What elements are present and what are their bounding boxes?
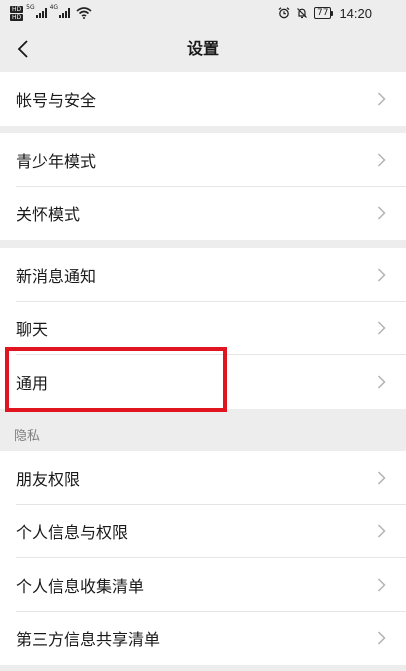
hd-badge-top: HD xyxy=(10,5,24,13)
signal-strength-icon-1 xyxy=(35,8,47,18)
status-bar: HD HD 5G 4G 77 14:20 xyxy=(0,0,406,26)
settings-item-third-party-sharing-list[interactable]: 第三方信息共享清单 xyxy=(0,611,406,665)
settings-item-personal-info-collection-list[interactable]: 个人信息收集清单 xyxy=(0,558,406,612)
settings-item-teen-mode[interactable]: 青少年模式 xyxy=(0,133,406,187)
chevron-right-icon xyxy=(377,92,386,106)
page-title: 设置 xyxy=(186,39,219,58)
hd-badge-bottom: HD xyxy=(10,13,24,21)
settings-item-personal-info-permissions[interactable]: 个人信息与权限 xyxy=(0,504,406,558)
mute-bell-icon xyxy=(297,8,307,19)
settings-item-label: 青少年模式 xyxy=(16,151,97,171)
settings-item-account-security[interactable]: 帐号与安全 xyxy=(0,72,406,126)
network-type-2: 4G xyxy=(49,4,59,11)
nav-bar: 设置 xyxy=(0,26,406,72)
chevron-right-icon xyxy=(377,153,386,167)
chevron-right-icon xyxy=(377,268,386,282)
hd-indicator: HD HD xyxy=(10,5,24,21)
settings-group-account: 帐号与安全 xyxy=(0,72,406,126)
settings-item-label: 朋友权限 xyxy=(16,469,81,489)
settings-item-label: 帐号与安全 xyxy=(16,90,97,110)
clock: 14:20 xyxy=(339,5,372,21)
battery-icon: 77 xyxy=(314,7,334,19)
settings-item-friend-permissions[interactable]: 朋友权限 xyxy=(0,451,406,505)
settings-item-label: 个人信息收集清单 xyxy=(16,576,145,596)
signal-strength-icon-2 xyxy=(59,8,71,18)
chevron-right-icon xyxy=(377,375,386,389)
alarm-icon xyxy=(278,7,290,19)
wifi-icon xyxy=(76,7,92,19)
battery-level: 77 xyxy=(314,7,332,19)
settings-group-modes: 青少年模式 关怀模式 xyxy=(0,133,406,240)
settings-item-label: 通用 xyxy=(16,373,49,393)
settings-item-label: 关怀模式 xyxy=(16,205,81,225)
chevron-right-icon xyxy=(377,524,386,538)
chevron-right-icon xyxy=(377,206,386,220)
settings-item-care-mode[interactable]: 关怀模式 xyxy=(0,186,406,240)
chevron-right-icon xyxy=(377,471,386,485)
network-type-1: 5G xyxy=(26,4,35,11)
settings-group-privacy: 朋友权限 个人信息与权限 个人信息收集清单 第三方信息共享清单 xyxy=(0,451,406,665)
status-left: HD HD 5G 4G xyxy=(10,2,92,24)
status-right: 77 14:20 xyxy=(278,4,372,22)
settings-item-label: 新消息通知 xyxy=(16,266,97,286)
chevron-right-icon xyxy=(377,631,386,645)
settings-item-label: 第三方信息共享清单 xyxy=(16,630,161,650)
settings-group-general: 新消息通知 聊天 通用 xyxy=(0,248,406,409)
settings-item-general[interactable]: 通用 xyxy=(0,355,406,409)
settings-item-label: 聊天 xyxy=(16,320,49,340)
settings-item-label: 个人信息与权限 xyxy=(16,523,129,543)
chevron-right-icon xyxy=(377,321,386,335)
settings-item-new-message-notification[interactable]: 新消息通知 xyxy=(0,248,406,302)
chevron-right-icon xyxy=(377,578,386,592)
settings-item-chat[interactable]: 聊天 xyxy=(0,301,406,355)
